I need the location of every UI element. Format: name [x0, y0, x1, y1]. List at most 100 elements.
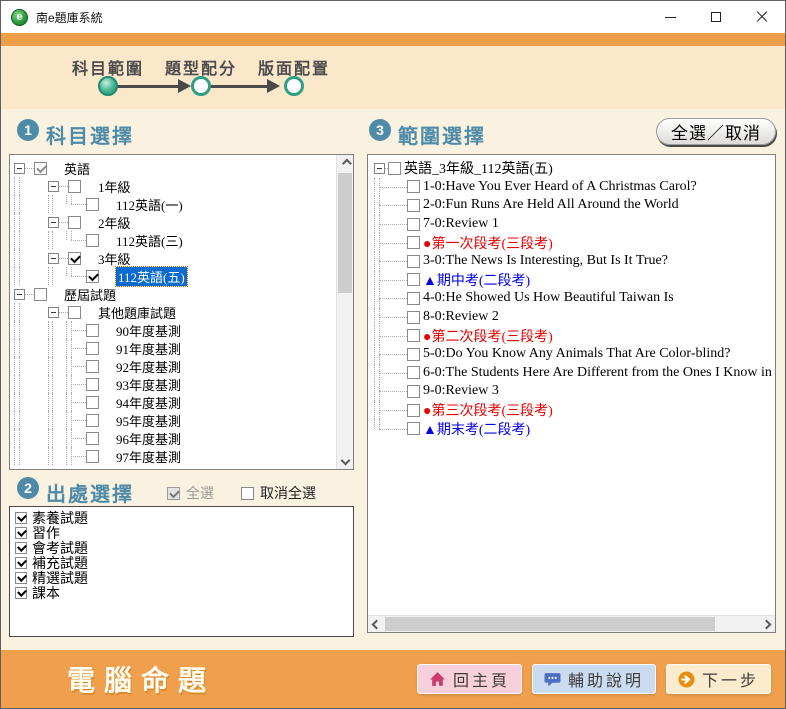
home-button[interactable]: 回主頁: [417, 664, 522, 694]
tree-item-label[interactable]: 2-0:Fun Runs Are Held All Around the Wor…: [423, 197, 679, 213]
tree-item[interactable]: 1年級: [10, 177, 336, 195]
deselect-all-checkbox[interactable]: [241, 487, 254, 500]
step-circle-pending-icon[interactable]: [191, 76, 211, 96]
source-list-item[interactable]: 素養試題: [15, 510, 353, 525]
tree-item[interactable]: 5-0:Do You Know Any Animals That Are Col…: [368, 345, 775, 364]
tree-item[interactable]: 2-0:Fun Runs Are Held All Around the Wor…: [368, 196, 775, 215]
step-circle-pending-icon[interactable]: [284, 76, 304, 96]
scroll-right-icon[interactable]: [762, 620, 772, 630]
tree-item-label[interactable]: 92年度基測: [116, 357, 181, 376]
tree-item-label[interactable]: 8-0:Review 2: [423, 309, 499, 325]
tree-item[interactable]: 95年度基測: [10, 411, 336, 429]
tree-item-label[interactable]: 90年度基測: [116, 321, 181, 340]
tree-item[interactable]: 其他題庫試題: [10, 303, 336, 321]
source-item-checkbox[interactable]: [15, 542, 27, 554]
select-all-checkbox[interactable]: [167, 487, 180, 500]
tree-item[interactable]: 8-0:Review 2: [368, 308, 775, 327]
help-button[interactable]: 輔助說明: [532, 664, 656, 694]
tree-item-label[interactable]: 91年度基測: [116, 339, 181, 358]
step-circle-active-icon[interactable]: [98, 76, 118, 96]
tree-item[interactable]: 2年級: [10, 213, 336, 231]
tree-item-label[interactable]: 112英語(五): [116, 267, 187, 286]
tree-item[interactable]: ●第二次段考(三段考): [368, 326, 775, 345]
tree-checkbox[interactable]: [86, 234, 99, 247]
tree-checkbox[interactable]: [34, 162, 47, 175]
tree-item[interactable]: 9-0:Review 3: [368, 382, 775, 401]
tree-item[interactable]: ▲期末考(二段考): [368, 419, 775, 438]
tree-expander-minus-icon[interactable]: [48, 307, 59, 318]
tree-checkbox[interactable]: [68, 180, 81, 193]
tree-checkbox[interactable]: [86, 450, 99, 463]
tree-expander-minus-icon[interactable]: [48, 217, 59, 228]
tree-checkbox[interactable]: [86, 270, 99, 283]
tree-checkbox[interactable]: [407, 273, 420, 286]
tree-checkbox[interactable]: [407, 385, 420, 398]
tree-item-label[interactable]: 97年度基測: [116, 447, 181, 466]
tree-item-label[interactable]: 4-0:He Showed Us How Beautiful Taiwan Is: [423, 290, 674, 306]
tree-item-label[interactable]: 1年級: [98, 177, 131, 196]
tree-item[interactable]: 6-0:The Students Here Are Different from…: [368, 364, 775, 383]
tree-item-label[interactable]: 9-0:Review 3: [423, 383, 499, 399]
tree-expander-minus-icon[interactable]: [14, 289, 25, 300]
tree-item[interactable]: 97年度基測: [10, 447, 336, 465]
tree-checkbox[interactable]: [407, 236, 420, 249]
source-item-checkbox[interactable]: [15, 512, 27, 524]
scroll-left-icon[interactable]: [372, 620, 382, 630]
tree-checkbox[interactable]: [86, 324, 99, 337]
range-tree-hscrollbar[interactable]: [368, 615, 775, 632]
tree-item-label[interactable]: ●第三次段考(三段考): [423, 400, 553, 420]
tree-checkbox[interactable]: [407, 366, 420, 379]
tree-expander-minus-icon[interactable]: [14, 163, 25, 174]
tree-checkbox[interactable]: [86, 378, 99, 391]
tree-expander-minus-icon[interactable]: [374, 163, 385, 174]
tree-item-label[interactable]: ●第一次段考(三段考): [423, 233, 553, 253]
tree-item[interactable]: 91年度基測: [10, 339, 336, 357]
subject-tree-scrollbar[interactable]: [336, 155, 353, 469]
tree-item[interactable]: 92年度基測: [10, 357, 336, 375]
source-item-checkbox[interactable]: [15, 557, 27, 569]
tree-checkbox[interactable]: [86, 396, 99, 409]
tree-item-label[interactable]: ▲期末考(二段考): [423, 419, 530, 439]
tree-item-label[interactable]: 5-0:Do You Know Any Animals That Are Col…: [423, 346, 730, 362]
tree-item[interactable]: 1-0:Have You Ever Heard of A Christmas C…: [368, 178, 775, 197]
tree-item[interactable]: ▲期中考(二段考): [368, 271, 775, 290]
tree-checkbox[interactable]: [86, 198, 99, 211]
tree-item-label[interactable]: 94年度基測: [116, 393, 181, 412]
scrollbar-thumb[interactable]: [385, 617, 715, 631]
tree-checkbox[interactable]: [86, 360, 99, 373]
tree-checkbox[interactable]: [407, 199, 420, 212]
tree-item-label[interactable]: 93年度基測: [116, 375, 181, 394]
tree-item-label[interactable]: 2年級: [98, 213, 131, 232]
tree-item-label[interactable]: ▲期中考(二段考): [423, 270, 530, 290]
tree-checkbox[interactable]: [34, 288, 47, 301]
tree-item[interactable]: 3年級: [10, 249, 336, 267]
close-button[interactable]: [739, 1, 785, 33]
tree-item-label[interactable]: 英語_3年級_112英語(五): [404, 158, 553, 178]
source-item-checkbox[interactable]: [15, 572, 27, 584]
tree-item[interactable]: 96年度基測: [10, 429, 336, 447]
tree-checkbox[interactable]: [407, 311, 420, 324]
tree-item[interactable]: 歷屆試題: [10, 285, 336, 303]
tree-checkbox[interactable]: [407, 404, 420, 417]
tree-item[interactable]: 112英語(一): [10, 195, 336, 213]
tree-expander-minus-icon[interactable]: [48, 253, 59, 264]
tree-item[interactable]: 90年度基測: [10, 321, 336, 339]
tree-checkbox[interactable]: [407, 329, 420, 342]
tree-item-label[interactable]: 3-0:The News Is Interesting, But Is It T…: [423, 253, 668, 269]
tree-item[interactable]: 93年度基測: [10, 375, 336, 393]
scroll-down-icon[interactable]: [341, 456, 351, 466]
deselect-all-option[interactable]: 取消全選: [241, 483, 316, 503]
tree-item[interactable]: 英語: [10, 159, 336, 177]
next-button[interactable]: 下一步: [666, 664, 771, 694]
tree-item-label[interactable]: 1-0:Have You Ever Heard of A Christmas C…: [423, 179, 697, 195]
tree-item[interactable]: 94年度基測: [10, 393, 336, 411]
tree-item[interactable]: 112英語(三): [10, 231, 336, 249]
tree-item[interactable]: 7-0:Review 1: [368, 215, 775, 234]
tree-item[interactable]: 英語_3年級_112英語(五): [368, 159, 775, 178]
tree-expander-minus-icon[interactable]: [48, 181, 59, 192]
tree-checkbox[interactable]: [68, 306, 81, 319]
maximize-button[interactable]: [693, 1, 739, 33]
scrollbar-thumb[interactable]: [338, 173, 352, 293]
tree-item-label[interactable]: 其他題庫試題: [98, 303, 176, 322]
tree-checkbox[interactable]: [407, 422, 420, 435]
